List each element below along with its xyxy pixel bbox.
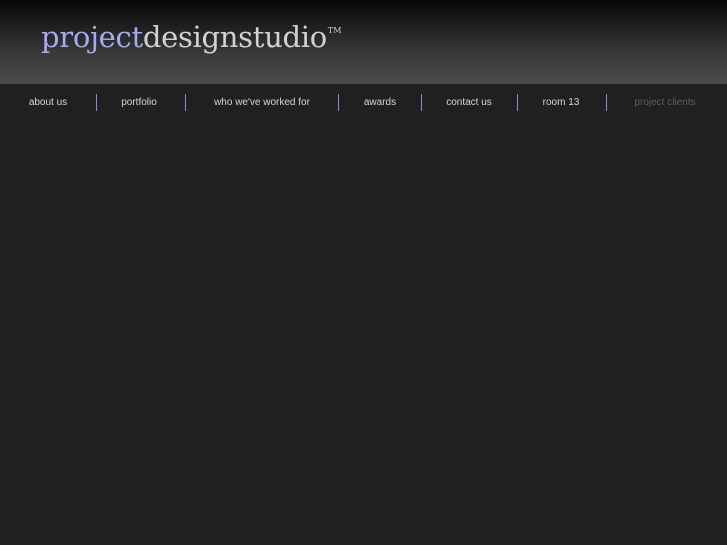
nav-separator (96, 94, 97, 111)
nav-separator (606, 94, 607, 111)
logo-designstudio-text: designstudio (142, 20, 327, 54)
main-navigation: about us portfolio who we've worked for … (0, 84, 727, 120)
nav-project-clients[interactable]: project clients (634, 97, 695, 108)
nav-about-us[interactable]: about us (29, 97, 67, 108)
trademark-mark: TM (327, 26, 342, 35)
nav-contact-us[interactable]: contact us (446, 97, 492, 108)
nav-separator (185, 94, 186, 111)
nav-room-13[interactable]: room 13 (543, 97, 580, 108)
page: projectdesignstudioTM about us portfolio… (0, 0, 727, 545)
logo-project-text: project (41, 20, 143, 54)
nav-awards[interactable]: awards (364, 97, 396, 108)
nav-separator (421, 94, 422, 111)
nav-who-weve-worked-for[interactable]: who we've worked for (214, 97, 310, 108)
nav-separator (517, 94, 518, 111)
content-area (0, 120, 727, 545)
header: projectdesignstudioTM (0, 0, 727, 84)
nav-portfolio[interactable]: portfolio (121, 97, 157, 108)
site-logo[interactable]: projectdesignstudioTM (41, 23, 341, 52)
nav-separator (338, 94, 339, 111)
